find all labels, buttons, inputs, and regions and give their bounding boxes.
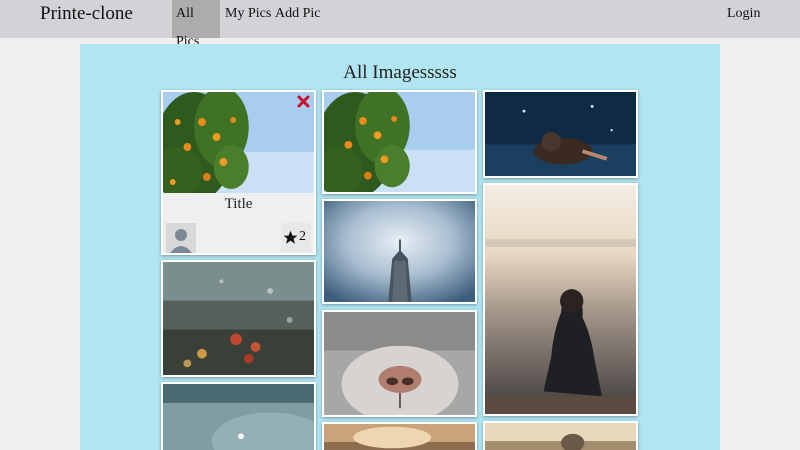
orange-tree-image[interactable] — [163, 92, 314, 193]
field-sunlight-image[interactable] — [483, 421, 638, 450]
user-avatar-icon[interactable] — [166, 223, 196, 253]
close-icon[interactable] — [297, 95, 310, 108]
sky-birds-image[interactable] — [161, 382, 316, 450]
image-card-featured[interactable]: Title 2 — [161, 90, 316, 255]
navbar: Printe-clone All Pics My Pics Add Pic Lo… — [0, 0, 800, 49]
like-count: 2 — [299, 229, 306, 244]
card-title: Title — [224, 196, 253, 212]
rain-window-image[interactable] — [161, 260, 316, 377]
woman-overlooking-city-image[interactable] — [483, 183, 638, 416]
page-heading: All Imagesssss — [343, 62, 457, 83]
nav-all-pics[interactable]: All Pics — [172, 0, 220, 49]
nav-add-pic[interactable]: Add Pic — [271, 0, 325, 38]
cat-nose-image[interactable] — [322, 310, 477, 417]
brand-title[interactable]: Printe-clone — [40, 3, 133, 25]
skyscraper-image[interactable] — [322, 199, 477, 304]
nav-my-pics[interactable]: My Pics — [221, 0, 275, 38]
underwater-swimmer-image[interactable] — [483, 90, 638, 178]
login-link[interactable]: Login — [723, 0, 764, 38]
star-icon — [283, 230, 298, 244]
orange-tree-image-2[interactable] — [322, 90, 477, 194]
gallery-container: All Imagesssss Title 2 — [80, 44, 720, 450]
sunset-image[interactable] — [322, 422, 477, 450]
like-button[interactable]: 2 — [281, 223, 311, 253]
